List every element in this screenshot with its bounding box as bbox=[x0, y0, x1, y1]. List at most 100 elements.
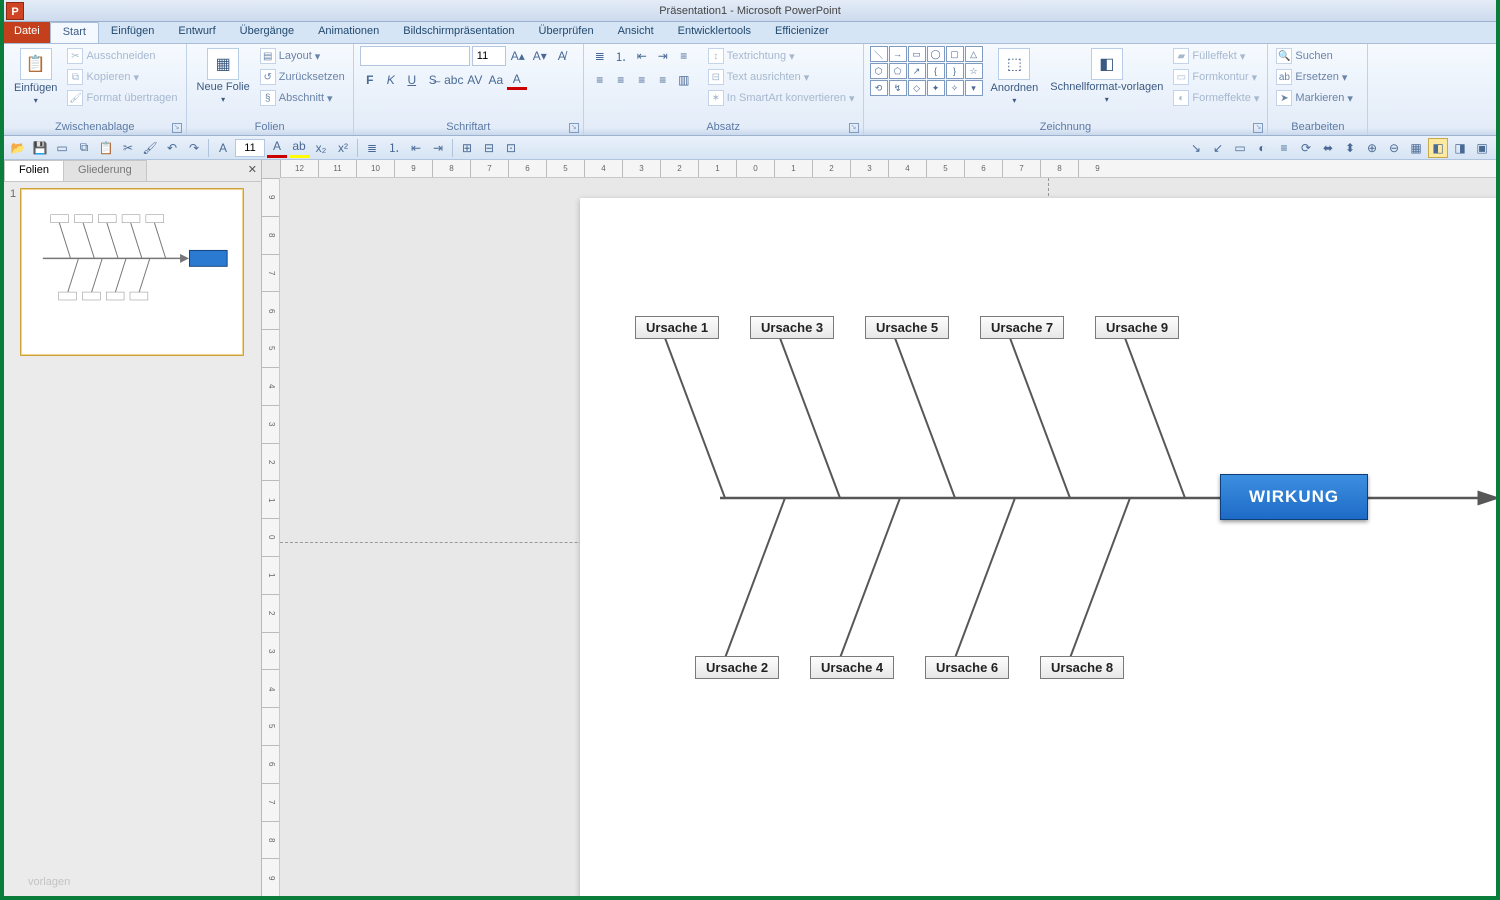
panel-close-icon[interactable]: ✕ bbox=[248, 163, 257, 176]
tab-transitions[interactable]: Übergänge bbox=[228, 22, 306, 43]
select-button[interactable]: ➤Markieren ▾ bbox=[1274, 88, 1354, 108]
bold-button[interactable]: F bbox=[360, 70, 380, 90]
reset-button[interactable]: ↺Zurücksetzen bbox=[258, 67, 347, 87]
grow-font-button[interactable]: A▴ bbox=[508, 46, 528, 66]
shadow-button[interactable]: abc bbox=[444, 70, 464, 90]
qat-outdent-icon[interactable]: ⇤ bbox=[406, 138, 426, 158]
cause-box[interactable]: Ursache 8 bbox=[1040, 656, 1124, 679]
cause-box[interactable]: Ursache 6 bbox=[925, 656, 1009, 679]
shape-outline-button[interactable]: ▭Formkontur ▾ bbox=[1171, 67, 1261, 87]
shape-item[interactable]: ⟲ bbox=[870, 80, 888, 96]
shape-rect-icon[interactable]: ▭ bbox=[908, 46, 926, 62]
panel-tab-slides[interactable]: Folien bbox=[4, 160, 64, 181]
shape-oval-icon[interactable]: ◯ bbox=[927, 46, 945, 62]
tab-developer[interactable]: Entwicklertools bbox=[666, 22, 763, 43]
align-text-button[interactable]: ⊟Text ausrichten ▾ bbox=[706, 67, 857, 87]
outdent-button[interactable]: ⇤ bbox=[632, 46, 652, 66]
qat-bullets-icon[interactable]: ≣ bbox=[362, 138, 382, 158]
qat-indent-icon[interactable]: ⇥ bbox=[428, 138, 448, 158]
tab-view[interactable]: Ansicht bbox=[606, 22, 666, 43]
section-button[interactable]: §Abschnitt ▾ bbox=[258, 88, 347, 108]
qat-sub-icon[interactable]: x₂ bbox=[311, 138, 331, 158]
slide-thumbnail[interactable] bbox=[20, 188, 244, 356]
qat-tool-icon[interactable]: ◐ bbox=[1252, 138, 1272, 158]
qat-fontcolor-icon[interactable]: A bbox=[267, 138, 287, 158]
tab-animations[interactable]: Animationen bbox=[306, 22, 391, 43]
shape-item[interactable]: ◇ bbox=[908, 80, 926, 96]
cause-box[interactable]: Ursache 1 bbox=[635, 316, 719, 339]
spacing-button[interactable]: AV bbox=[465, 70, 485, 90]
format-painter-button[interactable]: 🖌Format übertragen bbox=[65, 88, 179, 108]
clear-format-button[interactable]: A̸ bbox=[552, 46, 572, 66]
tab-file[interactable]: Datei bbox=[4, 22, 50, 43]
qat-fontsize-input[interactable] bbox=[235, 139, 265, 157]
new-slide-button[interactable]: ▦ Neue Folie ▾ bbox=[193, 46, 254, 106]
tab-review[interactable]: Überprüfen bbox=[527, 22, 606, 43]
dialog-launcher-icon[interactable]: ↘ bbox=[1253, 123, 1263, 133]
case-button[interactable]: Aa bbox=[486, 70, 506, 90]
qat-tool-icon[interactable]: ⟳ bbox=[1296, 138, 1316, 158]
qat-font-icon[interactable]: A bbox=[213, 138, 233, 158]
indent-button[interactable]: ⇥ bbox=[653, 46, 673, 66]
arrange-button[interactable]: ⬚ Anordnen▾ bbox=[987, 46, 1043, 107]
cause-box[interactable]: Ursache 7 bbox=[980, 316, 1064, 339]
qat-tool-icon[interactable]: ⊖ bbox=[1384, 138, 1404, 158]
shape-item[interactable]: ↗ bbox=[908, 63, 926, 79]
qat-tool-icon[interactable]: ◨ bbox=[1450, 138, 1470, 158]
shapes-gallery[interactable]: ＼→▭◯▢△ ⬡⬠↗{}☆ ⟲↯◇✦✧▾ bbox=[870, 46, 983, 96]
font-color-button[interactable]: A bbox=[507, 70, 527, 90]
numbering-button[interactable]: ⒈ bbox=[611, 46, 631, 66]
shape-tri-icon[interactable]: △ bbox=[965, 46, 983, 62]
tab-efficienizer[interactable]: Efficienizer bbox=[763, 22, 841, 43]
qat-misc-icon[interactable]: ⊟ bbox=[479, 138, 499, 158]
qat-copy-icon[interactable]: ⧉ bbox=[74, 138, 94, 158]
qat-sup-icon[interactable]: x² bbox=[333, 138, 353, 158]
qat-new-icon[interactable]: ▭ bbox=[52, 138, 72, 158]
font-size-input[interactable] bbox=[472, 46, 506, 66]
shape-item[interactable]: } bbox=[946, 63, 964, 79]
qat-misc-icon[interactable]: ⊡ bbox=[501, 138, 521, 158]
tab-design[interactable]: Entwurf bbox=[166, 22, 227, 43]
shape-item[interactable]: ✦ bbox=[927, 80, 945, 96]
font-name-input[interactable] bbox=[360, 46, 470, 66]
shape-item[interactable]: ✧ bbox=[946, 80, 964, 96]
dialog-launcher-icon[interactable]: ↘ bbox=[849, 123, 859, 133]
bullets-button[interactable]: ≣ bbox=[590, 46, 610, 66]
lineheight-button[interactable]: ≡ bbox=[674, 46, 694, 66]
qat-save-icon[interactable]: 💾 bbox=[30, 138, 50, 158]
shape-item[interactable]: { bbox=[927, 63, 945, 79]
layout-button[interactable]: ▤Layout ▾ bbox=[258, 46, 347, 66]
panel-tab-outline[interactable]: Gliederung bbox=[63, 160, 147, 181]
shrink-font-button[interactable]: A▾ bbox=[530, 46, 550, 66]
qat-paste-icon[interactable]: 📋 bbox=[96, 138, 116, 158]
align-left-button[interactable]: ≡ bbox=[590, 70, 610, 90]
shape-item[interactable]: ⬠ bbox=[889, 63, 907, 79]
shape-item[interactable]: ⬡ bbox=[870, 63, 888, 79]
align-center-button[interactable]: ≡ bbox=[611, 70, 631, 90]
smartart-button[interactable]: ✶In SmartArt konvertieren ▾ bbox=[706, 88, 857, 108]
tab-insert[interactable]: Einfügen bbox=[99, 22, 166, 43]
replace-button[interactable]: abErsetzen ▾ bbox=[1274, 67, 1354, 87]
qat-tool-icon[interactable]: ≡ bbox=[1274, 138, 1294, 158]
effect-box[interactable]: WIRKUNG bbox=[1220, 474, 1368, 520]
cause-box[interactable]: Ursache 2 bbox=[695, 656, 779, 679]
slide[interactable]: Ursache 1 Ursache 3 Ursache 5 Ursache 7 … bbox=[580, 198, 1496, 896]
shape-fill-button[interactable]: ▰Fülleffekt ▾ bbox=[1171, 46, 1261, 66]
justify-button[interactable]: ≡ bbox=[653, 70, 673, 90]
cause-box[interactable]: Ursache 4 bbox=[810, 656, 894, 679]
tab-start[interactable]: Start bbox=[50, 22, 99, 43]
italic-button[interactable]: K bbox=[381, 70, 401, 90]
qat-brush-icon[interactable]: 🖌 bbox=[140, 138, 160, 158]
shape-effects-button[interactable]: ◐Formeffekte ▾ bbox=[1171, 88, 1261, 108]
dialog-launcher-icon[interactable]: ↘ bbox=[569, 123, 579, 133]
find-button[interactable]: 🔍Suchen bbox=[1274, 46, 1354, 66]
copy-button[interactable]: ⧉Kopieren ▾ bbox=[65, 67, 179, 87]
qat-tool-icon[interactable]: ⬌ bbox=[1318, 138, 1338, 158]
cause-box[interactable]: Ursache 5 bbox=[865, 316, 949, 339]
qat-tool-icon[interactable]: ↙ bbox=[1208, 138, 1228, 158]
qat-tool-icon[interactable]: ◧ bbox=[1428, 138, 1448, 158]
canvas[interactable]: Ursache 1 Ursache 3 Ursache 5 Ursache 7 … bbox=[280, 178, 1496, 896]
qat-tool-icon[interactable]: ▦ bbox=[1406, 138, 1426, 158]
cut-button[interactable]: ✂Ausschneiden bbox=[65, 46, 179, 66]
dialog-launcher-icon[interactable]: ↘ bbox=[172, 123, 182, 133]
